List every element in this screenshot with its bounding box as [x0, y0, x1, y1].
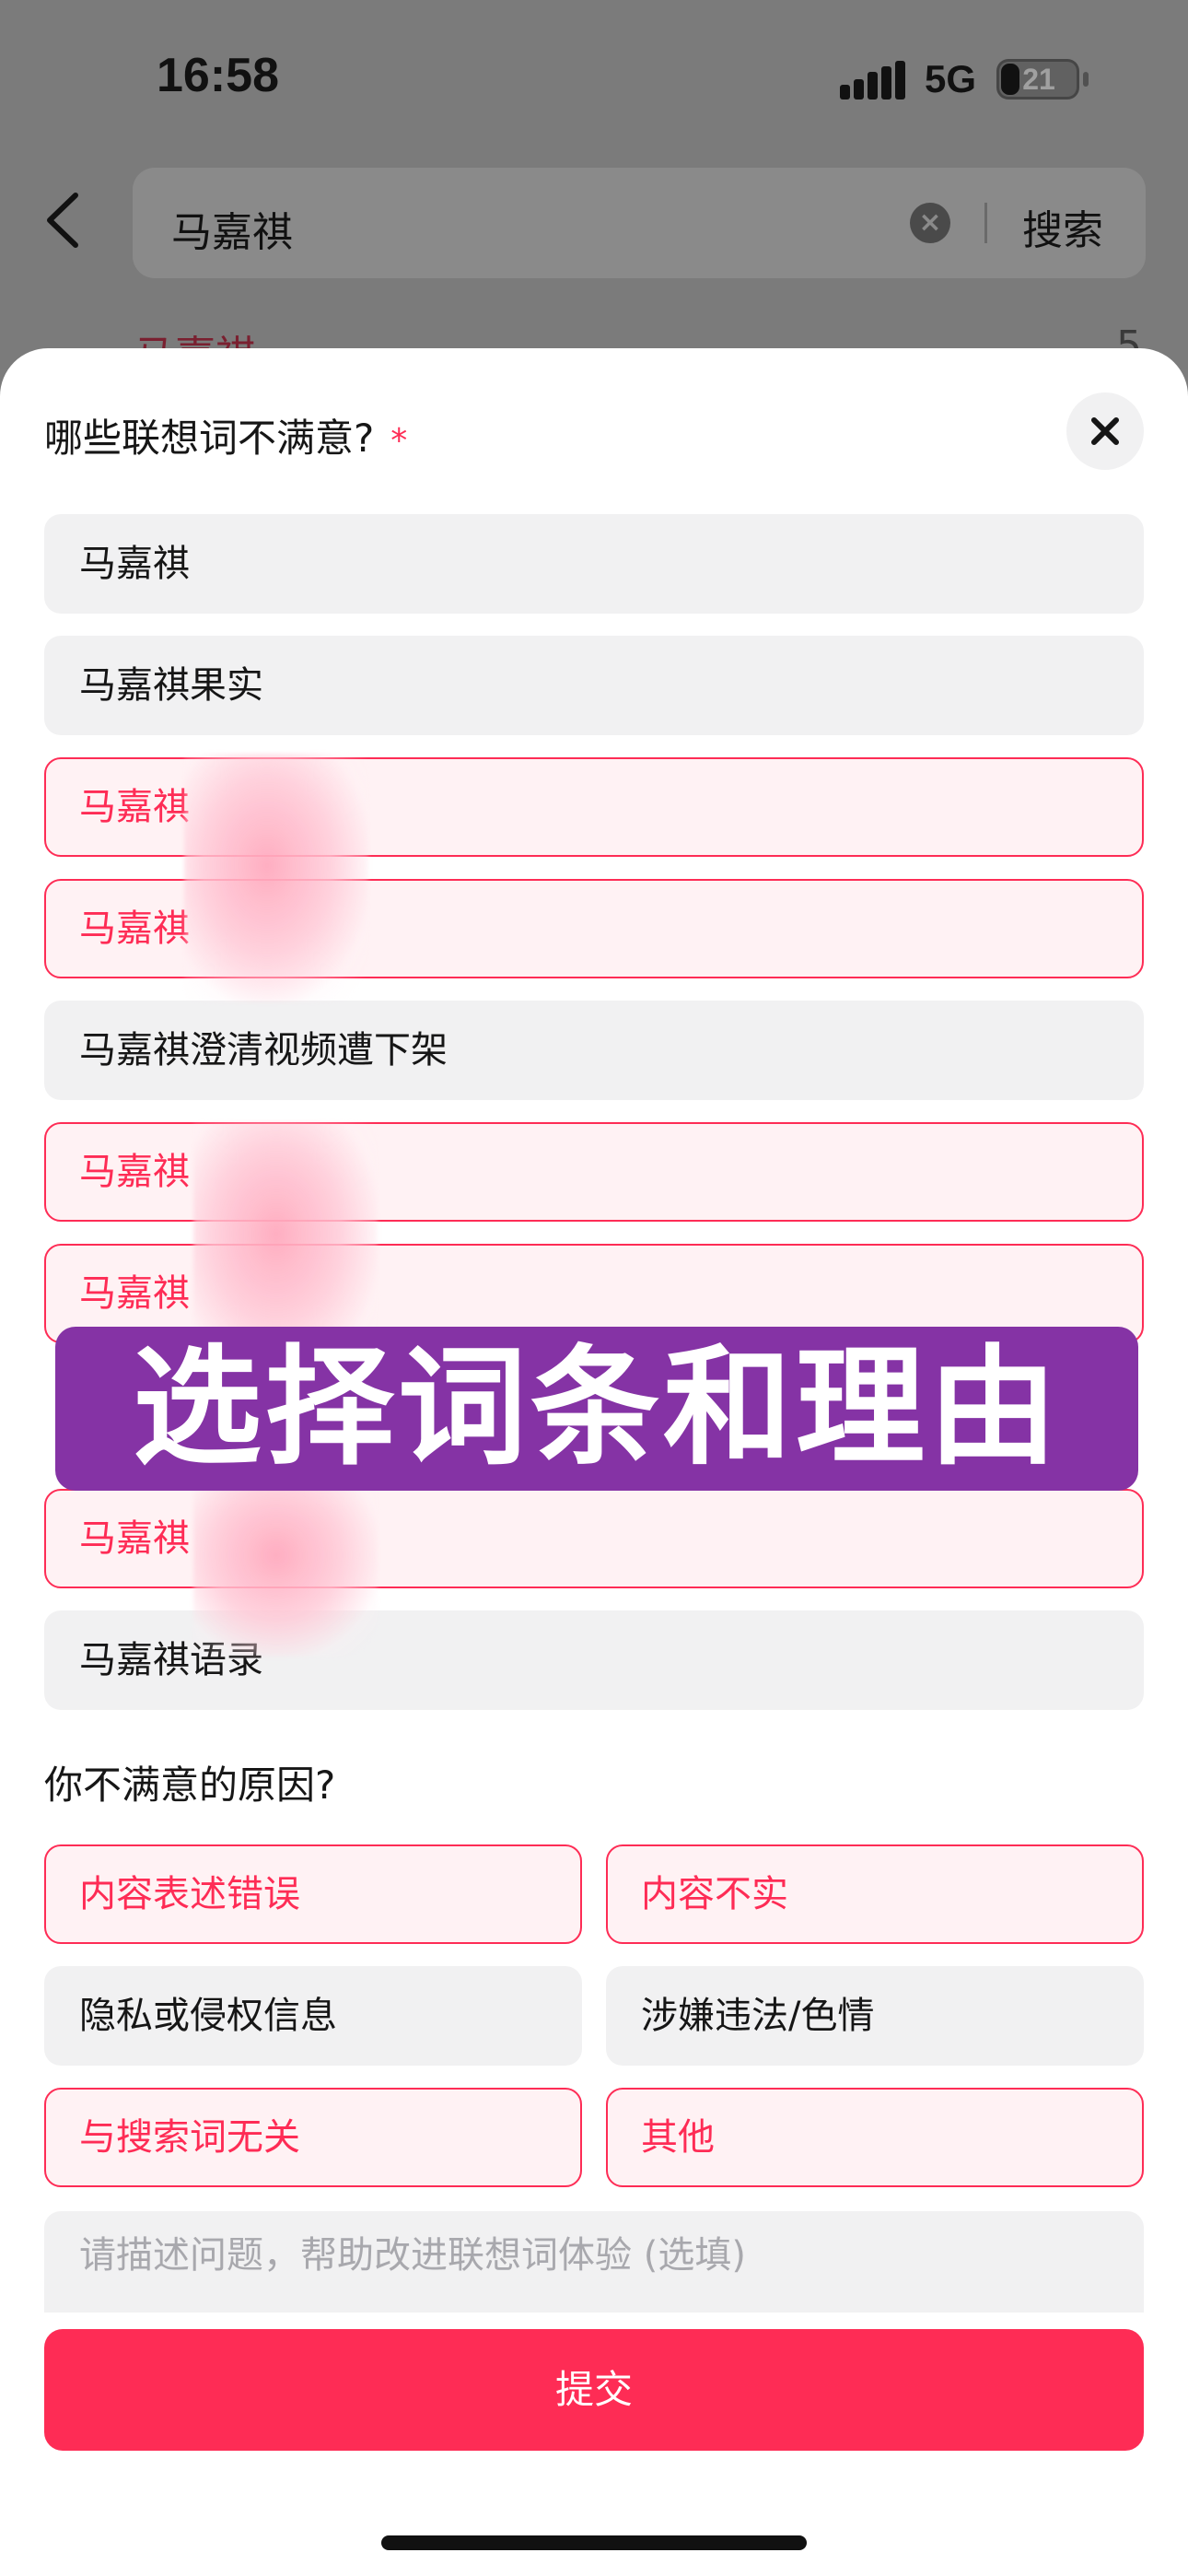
suggestion-option[interactable]: 马嘉祺 — [44, 514, 1144, 614]
search-input[interactable]: 马嘉祺 × 搜索 — [133, 168, 1146, 278]
home-indicator[interactable] — [381, 2535, 807, 2550]
reason-option-selected[interactable]: 与搜索词无关 — [44, 2088, 582, 2187]
description-input[interactable]: 请描述问题，帮助改进联想词体验 (选填) — [44, 2211, 1144, 2313]
close-icon[interactable] — [1066, 392, 1144, 470]
required-mark: * — [390, 422, 408, 460]
network-label: 5G — [925, 57, 977, 100]
status-bar: 16:58 5G 21 — [0, 0, 1188, 157]
overlay-caption-banner: 选择词条和理由 — [55, 1327, 1138, 1491]
search-divider — [984, 203, 987, 243]
suggestion-option[interactable]: 马嘉祺澄清视频遭下架 — [44, 1001, 1144, 1100]
reason-option-selected[interactable]: 内容表述错误 — [44, 1844, 582, 1944]
search-button[interactable]: 搜索 — [1022, 197, 1103, 256]
signal-icon — [840, 61, 905, 100]
redaction-scribble — [193, 1472, 378, 1657]
reason-option[interactable]: 隐私或侵权信息 — [44, 1966, 582, 2066]
clear-icon[interactable]: × — [910, 203, 950, 243]
reason-option-selected[interactable]: 其他 — [606, 2088, 1144, 2187]
search-query: 马嘉祺 — [171, 209, 293, 256]
reason-option[interactable]: 涉嫌违法/色情 — [606, 1966, 1144, 2066]
suggestions-question: 哪些联想词不满意? * — [44, 407, 407, 463]
battery-level: 21 — [1022, 63, 1055, 96]
battery-tip — [1083, 72, 1089, 87]
reason-option-selected[interactable]: 内容不实 — [606, 1844, 1144, 1944]
battery-icon: 21 — [996, 59, 1079, 100]
suggestion-option[interactable]: 马嘉祺果实 — [44, 636, 1144, 735]
redaction-scribble — [184, 754, 368, 1002]
question-text: 哪些联想词不满意? — [44, 416, 375, 461]
reason-question: 你不满意的原因? — [44, 1762, 336, 1808]
status-time: 16:58 — [157, 49, 279, 102]
submit-button[interactable]: 提交 — [44, 2329, 1144, 2451]
back-arrow-icon[interactable] — [41, 190, 87, 251]
